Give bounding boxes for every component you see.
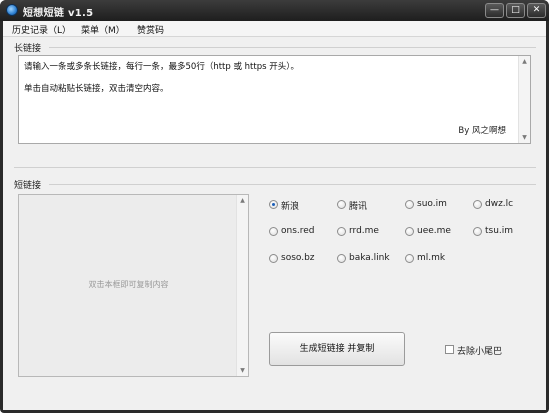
menu-history[interactable]: 历史记录（L） (12, 23, 71, 36)
client-area: 历史记录（L） 菜单（M） 赞赏码 长链接 请输入一条或多条长链接，每行一条，最… (3, 21, 546, 410)
radio-icon[interactable] (405, 254, 414, 263)
long-link-hint: 单击自动粘贴长链接，双击清空内容。 (24, 84, 169, 94)
short-link-scrollbar[interactable]: ▲ ▼ (236, 195, 248, 376)
short-link-label: 短链接 (14, 181, 42, 191)
scroll-up-icon[interactable]: ▲ (237, 195, 248, 206)
radio-icon[interactable] (405, 227, 414, 236)
radio-icon[interactable] (269, 227, 278, 236)
radio-icon[interactable] (405, 200, 414, 209)
scroll-up-icon[interactable]: ▲ (519, 56, 530, 67)
menu-menu[interactable]: 菜单（M） (81, 23, 125, 36)
radio-icon[interactable] (269, 254, 278, 263)
radio-icon[interactable] (337, 200, 346, 209)
scroll-down-icon[interactable]: ▼ (519, 132, 530, 143)
app-window: 短想短链 v1.5 — □ ✕ 历史记录（L） 菜单（M） 赞赏码 长链接 请输… (0, 0, 549, 413)
title-bar[interactable]: 短想短链 v1.5 — □ ✕ (0, 0, 549, 21)
close-button[interactable]: ✕ (527, 3, 546, 18)
long-link-label: 长链接 (14, 44, 42, 54)
radio-selected-icon[interactable] (269, 200, 278, 209)
radio-icon[interactable] (337, 254, 346, 263)
window-title: 短想短链 v1.5 (23, 8, 94, 19)
section-divider (14, 167, 536, 168)
radio-icon[interactable] (473, 200, 482, 209)
generate-copy-button[interactable]: 生成短链接 并复制 (269, 332, 405, 366)
author-signature: By 风之啊想 (458, 126, 506, 136)
long-link-input[interactable]: 请输入一条或多条长链接，每行一条，最多50行（http 或 https 开头）。… (18, 55, 531, 144)
long-link-scrollbar[interactable]: ▲ ▼ (518, 56, 530, 143)
short-link-output[interactable]: 双击本框即可复制内容 ▲ ▼ (18, 194, 249, 377)
menu-bar: 历史记录（L） 菜单（M） 赞赏码 (3, 21, 546, 37)
short-link-divider (49, 184, 536, 185)
maximize-button[interactable]: □ (506, 3, 525, 18)
app-logo-icon (6, 4, 18, 16)
long-link-divider (49, 47, 536, 48)
radio-icon[interactable] (473, 227, 482, 236)
long-link-instruction: 请输入一条或多条长链接，每行一条，最多50行（http 或 https 开头）。 (24, 62, 299, 72)
minimize-button[interactable]: — (485, 3, 504, 18)
scroll-down-icon[interactable]: ▼ (237, 365, 248, 376)
short-link-copy-hint: 双击本框即可复制内容 (88, 280, 169, 289)
menu-donate[interactable]: 赞赏码 (137, 23, 164, 36)
checkbox-icon[interactable] (445, 345, 454, 354)
radio-icon[interactable] (337, 227, 346, 236)
